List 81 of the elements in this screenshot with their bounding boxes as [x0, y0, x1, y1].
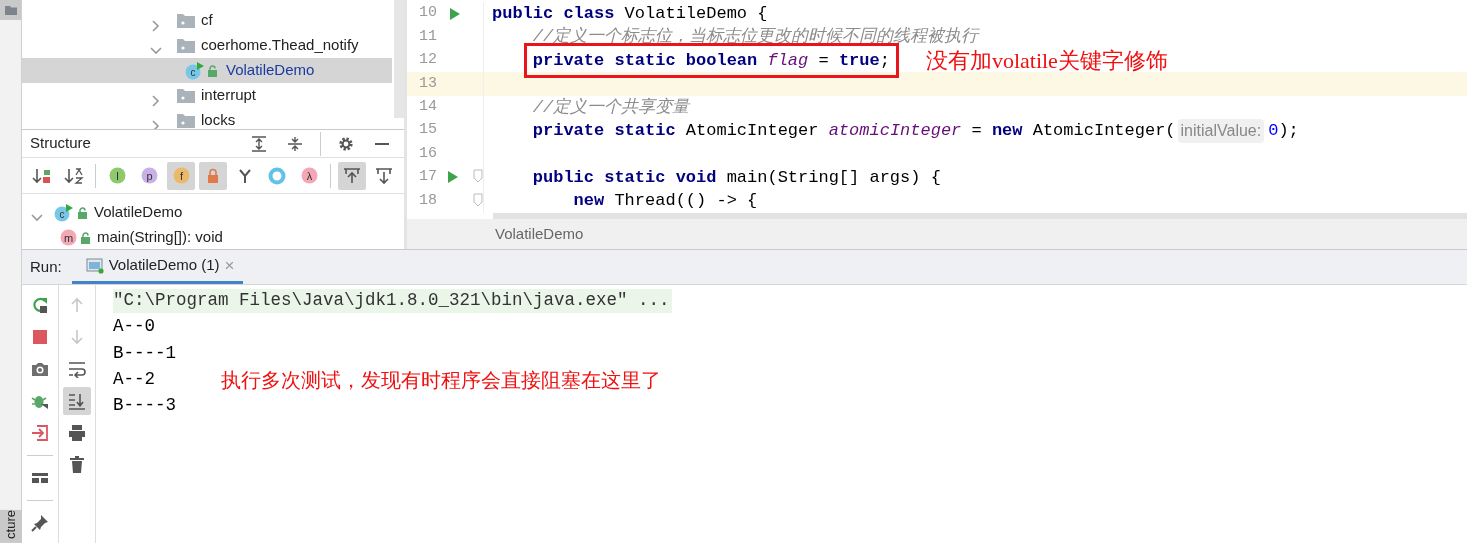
- lock-icon: [80, 231, 91, 244]
- scroll-to-source-icon: [342, 166, 362, 185]
- run-tab[interactable]: VolatileDemo (1) ×: [71, 250, 243, 284]
- breadcrumb[interactable]: VolatileDemo: [495, 222, 584, 246]
- exit-icon: [31, 424, 49, 442]
- pin-icon: [31, 514, 49, 532]
- wrap-icon: [68, 360, 86, 378]
- code-line: public static void main(String[] args) {: [531, 166, 941, 189]
- scrollbar[interactable]: [394, 0, 404, 118]
- run-icon[interactable]: [449, 6, 461, 21]
- console-output: B----3: [113, 395, 176, 415]
- tree-item[interactable]: cf: [22, 8, 392, 33]
- scroll-to-end-icon: [68, 392, 86, 410]
- method-icon: m: [60, 229, 77, 246]
- fork-icon: [237, 167, 253, 184]
- scrollbar[interactable]: [493, 213, 1467, 219]
- tool-window-tab[interactable]: cture: [0, 510, 22, 543]
- arrow-down-icon: [68, 328, 86, 346]
- annotation: 没有加volatile关键字修饰: [925, 47, 1168, 75]
- lock-icon: [206, 167, 220, 184]
- tree-item[interactable]: coerhome.Thead_notify: [22, 33, 392, 58]
- folder-icon: [177, 88, 195, 103]
- tree-item[interactable]: m main(String[]): void: [22, 225, 404, 249]
- line-number: 15: [419, 120, 438, 141]
- run-icon[interactable]: [447, 170, 460, 185]
- line-number: 16: [419, 143, 438, 164]
- collapse-all-icon: [286, 134, 304, 153]
- stop-icon: [31, 328, 49, 346]
- field-icon: f: [172, 167, 190, 184]
- folder-icon: [177, 13, 195, 28]
- trash-icon: [68, 456, 86, 474]
- line-number: 17: [419, 167, 438, 188]
- line-number: 11: [419, 26, 438, 47]
- tree-item[interactable]: locks: [22, 108, 392, 129]
- toolbar-button[interactable]: [338, 161, 366, 190]
- code-line: private static AtomicInteger atomicInteger = new AtomicInteger( initialValue: 0);: [492, 117, 1299, 144]
- console-icon: [85, 257, 104, 274]
- ring-icon: [268, 166, 286, 185]
- annotation: 执行多次测试，发现有时程序会直接阻塞在这里了: [221, 368, 661, 393]
- lambda-icon: λ: [300, 167, 318, 184]
- toolbar-button[interactable]: [63, 387, 91, 415]
- expand-all-icon: [250, 134, 268, 153]
- rerun-icon: [31, 296, 49, 314]
- line-number: 18: [419, 190, 438, 211]
- camera-icon: [31, 360, 49, 378]
- folder-icon: [4, 5, 17, 15]
- print-icon: [68, 424, 86, 442]
- folder-icon: [177, 113, 195, 128]
- line-number: 14: [419, 97, 438, 117]
- toolbar-button[interactable]: λ: [295, 161, 323, 190]
- minimize-icon: [374, 142, 390, 145]
- folder-icon: [177, 38, 195, 53]
- panel-title: Structure: [30, 133, 91, 154]
- console-command: "C:\Program Files\Java\jdk1.8.0_321\bin\java.exe" ...: [113, 289, 672, 313]
- code-line: new Thread(() -> {: [572, 190, 758, 213]
- code-comment: //定义一个共享变量: [531, 96, 690, 119]
- code-comment: //定义一个标志位，当标志位更改的时候不同的线程被执行: [531, 26, 979, 49]
- parameter-hint: initialValue:: [1177, 118, 1265, 143]
- toolbar-button[interactable]: f: [167, 161, 195, 190]
- inherited-icon: I: [108, 167, 126, 184]
- sort-alpha-icon: [64, 166, 84, 185]
- toolbar-button[interactable]: p: [135, 161, 163, 190]
- sort-icon: [32, 166, 52, 185]
- tree-item[interactable]: c VolatileDemo: [22, 58, 392, 83]
- tree-item[interactable]: c VolatileDemo: [22, 200, 404, 225]
- lock-icon: [207, 64, 218, 77]
- tool-window-tab[interactable]: [0, 0, 21, 20]
- property-icon: p: [140, 167, 158, 184]
- console-output: A--0: [113, 316, 155, 337]
- console-output: B----1: [113, 342, 176, 363]
- lock-icon: [77, 206, 88, 219]
- scroll-from-source-icon: [374, 166, 394, 185]
- line-number: 13: [419, 73, 438, 94]
- code-line: public class VolatileDemo {: [492, 2, 768, 25]
- tree-item[interactable]: interrupt: [22, 83, 392, 108]
- console-output: A--2: [113, 368, 155, 389]
- toolbar-button[interactable]: I: [103, 161, 131, 190]
- line-number: 10: [419, 3, 438, 24]
- panel-label: Run:: [29, 256, 63, 277]
- code-line: private static boolean flag = true;: [532, 49, 890, 72]
- line-number: 12: [419, 50, 438, 71]
